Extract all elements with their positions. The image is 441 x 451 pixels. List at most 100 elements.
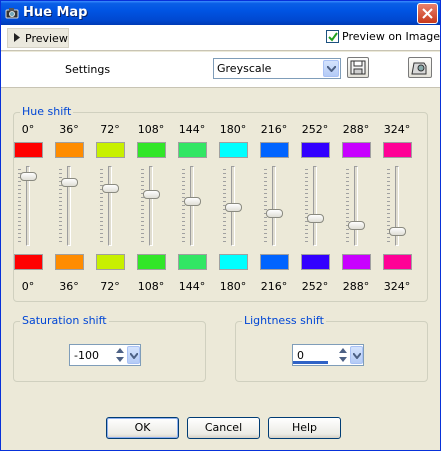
hue-bottom-label: 324° (383, 280, 411, 293)
saturation-shift-title: Saturation shift (20, 314, 109, 327)
slider-ticks (182, 169, 185, 243)
slider-ticks (141, 169, 144, 243)
spin-arrows-icon[interactable] (337, 346, 349, 364)
hue-top-label: 0° (21, 123, 35, 136)
slider-ticks (346, 169, 349, 243)
hue-slider-track[interactable] (190, 166, 194, 246)
hue-slider-thumb[interactable] (389, 227, 406, 237)
hue-slider-track[interactable] (108, 166, 112, 246)
cancel-button[interactable]: Cancel (187, 417, 260, 439)
hue-shift-group: Hue shift 0° 0° 36° 36° 72° 72° 108° 108° 144° 14… (13, 105, 428, 302)
hue-bottom-label: 72° (100, 280, 120, 293)
spin-arrows-icon[interactable] (114, 346, 126, 364)
hue-slider-thumb[interactable] (225, 202, 242, 212)
preset-dropdown-button[interactable] (323, 60, 339, 77)
preview-toggle-label: Preview (25, 32, 68, 45)
slider-ticks (264, 169, 267, 243)
preview-on-image-label[interactable]: Preview on Image (342, 30, 440, 43)
hue-bottom-label: 144° (178, 280, 206, 293)
hue-target-swatch (301, 254, 330, 270)
hue-top-label: 324° (383, 123, 411, 136)
reset-icon (411, 62, 427, 75)
hue-target-swatch (260, 254, 289, 270)
hue-top-label: 144° (178, 123, 206, 136)
hue-target-swatch (96, 254, 125, 270)
hue-target-swatch (55, 254, 84, 270)
hue-source-swatch (55, 142, 84, 158)
preset-select[interactable]: Greyscale (213, 58, 341, 79)
hue-source-swatch (96, 142, 125, 158)
help-button[interactable]: Help (268, 417, 341, 439)
saturation-dropdown-button[interactable] (127, 346, 140, 364)
hue-bottom-label: 0° (21, 280, 35, 293)
hue-slider-thumb[interactable] (102, 184, 119, 194)
hue-target-swatch (342, 254, 371, 270)
slider-ticks (100, 169, 103, 243)
chevron-down-icon (327, 66, 336, 72)
hue-target-swatch (383, 254, 412, 270)
ok-button[interactable]: OK (106, 417, 179, 439)
hue-slider-track[interactable] (313, 166, 317, 246)
hue-bottom-label: 36° (59, 280, 79, 293)
hue-bottom-label: 288° (342, 280, 370, 293)
preview-bar: Preview Preview on Image (1, 25, 440, 51)
triangle-right-icon (14, 33, 20, 42)
hue-slider-thumb[interactable] (61, 178, 78, 188)
slider-ticks (305, 169, 308, 243)
lightness-shift-group: Lightness shift 0 (235, 314, 428, 382)
hue-source-swatch (301, 142, 330, 158)
hue-slider-thumb[interactable] (184, 196, 201, 206)
saturation-shift-group: Saturation shift -100 (13, 314, 206, 382)
close-button[interactable] (417, 3, 438, 24)
hue-top-label: 216° (260, 123, 288, 136)
hue-bottom-label: 252° (301, 280, 329, 293)
hue-shift-title: Hue shift (20, 105, 74, 118)
hue-slider-thumb[interactable] (266, 208, 283, 218)
hue-slider-thumb[interactable] (143, 190, 160, 200)
hue-slider-thumb[interactable] (20, 171, 37, 181)
hue-target-swatch (137, 254, 166, 270)
saturation-value: -100 (74, 349, 99, 362)
check-icon (328, 32, 338, 42)
lightness-spinner[interactable]: 0 (292, 344, 364, 366)
hue-slider-thumb[interactable] (307, 214, 324, 224)
save-preset-icon (350, 60, 366, 75)
hue-bottom-label: 108° (137, 280, 165, 293)
hue-target-swatch (14, 254, 43, 270)
preview-toggle[interactable]: Preview (7, 28, 69, 48)
saturation-spinner[interactable]: -100 (69, 344, 141, 366)
hue-map-dialog: Hue Map Preview Preview on Image Setting… (0, 0, 441, 451)
save-preset-button[interactable] (347, 57, 369, 78)
chevron-down-icon (130, 353, 138, 359)
lightness-shift-title: Lightness shift (242, 314, 326, 327)
hue-source-swatch (14, 142, 43, 158)
preview-on-image-checkbox[interactable] (326, 30, 339, 43)
preset-value: Greyscale (217, 62, 272, 75)
hue-top-label: 180° (219, 123, 247, 136)
hue-slider-thumb[interactable] (348, 220, 365, 230)
settings-row: Settings Greyscale (1, 52, 440, 88)
hue-bottom-label: 180° (219, 280, 247, 293)
hue-source-swatch (178, 142, 207, 158)
hue-slider-track[interactable] (149, 166, 153, 246)
hue-source-swatch (219, 142, 248, 158)
camera-icon (5, 8, 19, 19)
lightness-slider-indicator (293, 361, 328, 364)
hue-bottom-label: 216° (260, 280, 288, 293)
hue-source-swatch (137, 142, 166, 158)
hue-source-swatch (383, 142, 412, 158)
window-title: Hue Map (23, 5, 88, 20)
hue-slider-track[interactable] (354, 166, 358, 246)
hue-target-swatch (178, 254, 207, 270)
hue-top-label: 288° (342, 123, 370, 136)
lightness-dropdown-button[interactable] (350, 346, 363, 364)
hue-target-swatch (219, 254, 248, 270)
title-bar[interactable]: Hue Map (1, 1, 440, 25)
hue-top-label: 108° (137, 123, 165, 136)
reset-button[interactable] (408, 57, 432, 78)
hue-source-swatch (260, 142, 289, 158)
hue-slider-track[interactable] (272, 166, 276, 246)
chevron-down-icon (353, 353, 361, 359)
hue-top-label: 36° (59, 123, 79, 136)
hue-top-label: 252° (301, 123, 329, 136)
